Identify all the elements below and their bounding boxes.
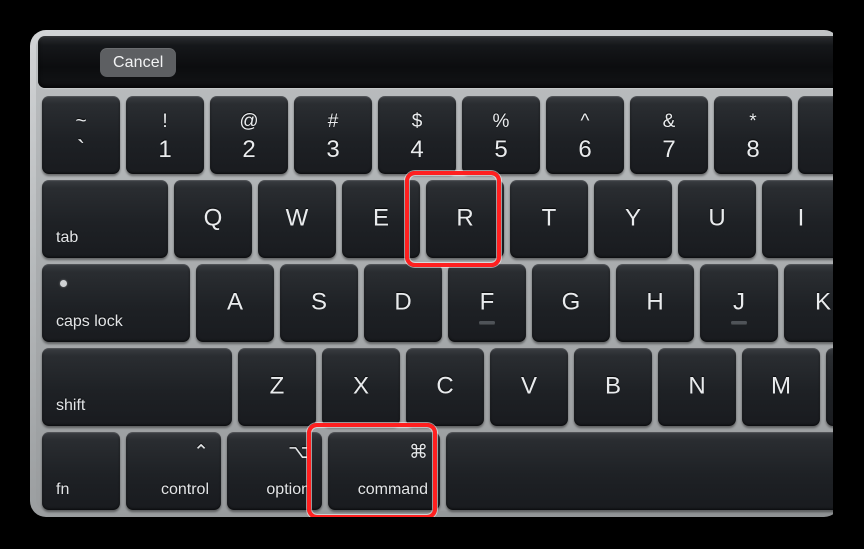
key-option-label: option xyxy=(266,481,310,498)
key-6-lower: 6 xyxy=(578,136,592,163)
key-1-upper: ! xyxy=(162,111,168,132)
key-b[interactable]: B xyxy=(574,348,652,426)
key-t[interactable]: T xyxy=(510,180,588,258)
key-y-label: Y xyxy=(624,204,641,232)
key-control[interactable]: ⌃ control xyxy=(126,432,221,510)
key-i-label: I xyxy=(797,204,805,232)
key-b-label: B xyxy=(604,372,621,400)
control-symbol-icon: ⌃ xyxy=(193,442,209,463)
home-row-marker-icon xyxy=(479,321,495,324)
key-2-lower: 2 xyxy=(242,136,256,163)
touch-bar[interactable]: Cancel xyxy=(38,36,840,88)
option-symbol-icon: ⌥ xyxy=(288,442,310,463)
key-m-label: M xyxy=(771,372,791,400)
key-k[interactable]: K xyxy=(784,264,840,342)
key-h[interactable]: H xyxy=(616,264,694,342)
key-6[interactable]: ^ 6 xyxy=(546,96,624,174)
key-space[interactable] xyxy=(446,432,840,510)
key-4-lower: 4 xyxy=(410,136,424,163)
key-shift-label: shift xyxy=(56,397,86,414)
key-n[interactable]: N xyxy=(658,348,736,426)
image-right-crop xyxy=(833,0,864,549)
cancel-button[interactable]: Cancel xyxy=(100,48,177,77)
key-7-upper: & xyxy=(662,111,676,132)
key-u-label: U xyxy=(708,204,726,232)
key-g[interactable]: G xyxy=(532,264,610,342)
key-grave[interactable]: ~ ` xyxy=(42,96,120,174)
key-caps-lock-label: caps lock xyxy=(56,313,123,330)
key-w-label: W xyxy=(285,204,309,232)
key-c-label: C xyxy=(436,372,454,400)
key-8-upper: * xyxy=(749,111,757,132)
key-e-label: E xyxy=(372,204,389,232)
key-grave-lower: ` xyxy=(77,136,85,163)
key-v[interactable]: V xyxy=(490,348,568,426)
key-1[interactable]: ! 1 xyxy=(126,96,204,174)
key-x-label: X xyxy=(352,372,369,400)
key-tab[interactable]: tab xyxy=(42,180,168,258)
key-6-upper: ^ xyxy=(580,111,590,132)
key-1-lower: 1 xyxy=(158,136,172,163)
key-5-lower: 5 xyxy=(494,136,508,163)
key-control-label: control xyxy=(160,481,209,498)
key-3[interactable]: # 3 xyxy=(294,96,372,174)
key-d-label: D xyxy=(394,288,412,316)
key-2-upper: @ xyxy=(239,111,259,132)
key-v-label: V xyxy=(520,372,537,400)
key-3-lower: 3 xyxy=(326,136,340,163)
key-fn[interactable]: fn xyxy=(42,432,120,510)
keyboard-chassis: Cancel ~ ` ! 1 @ 2 # 3 $ 4 % 5 ^ 6 & 7 *… xyxy=(30,30,840,517)
key-5-upper: % xyxy=(492,111,510,132)
key-u[interactable]: U xyxy=(678,180,756,258)
key-fn-label: fn xyxy=(56,481,70,498)
key-command-label: command xyxy=(357,481,428,498)
key-7-lower: 7 xyxy=(662,136,676,163)
command-symbol-icon: ⌘ xyxy=(409,442,428,463)
key-k-label: K xyxy=(814,288,831,316)
key-t-label: T xyxy=(541,204,557,232)
key-s[interactable]: S xyxy=(280,264,358,342)
key-a-label: A xyxy=(226,288,243,316)
key-q-label: Q xyxy=(203,204,223,232)
key-tab-label: tab xyxy=(56,229,79,246)
key-y[interactable]: Y xyxy=(594,180,672,258)
key-grave-upper: ~ xyxy=(75,111,87,132)
key-z[interactable]: Z xyxy=(238,348,316,426)
key-w[interactable]: W xyxy=(258,180,336,258)
key-n-label: N xyxy=(688,372,706,400)
key-r[interactable]: R xyxy=(426,180,504,258)
key-s-label: S xyxy=(310,288,327,316)
key-8[interactable]: * 8 xyxy=(714,96,792,174)
key-shift-left[interactable]: shift xyxy=(42,348,232,426)
key-5[interactable]: % 5 xyxy=(462,96,540,174)
key-3-upper: # xyxy=(327,111,339,132)
key-h-label: H xyxy=(646,288,664,316)
key-f-label: F xyxy=(479,288,495,316)
key-7[interactable]: & 7 xyxy=(630,96,708,174)
caps-lock-indicator-icon xyxy=(60,280,67,287)
key-a[interactable]: A xyxy=(196,264,274,342)
key-z-label: Z xyxy=(269,372,285,400)
key-option[interactable]: ⌥ option xyxy=(227,432,322,510)
key-f[interactable]: F xyxy=(448,264,526,342)
key-i[interactable]: I xyxy=(762,180,840,258)
home-row-marker-icon xyxy=(731,321,747,324)
key-4-upper: $ xyxy=(411,111,423,132)
key-x[interactable]: X xyxy=(322,348,400,426)
key-command-left[interactable]: ⌘ command xyxy=(328,432,440,510)
key-j[interactable]: J xyxy=(700,264,778,342)
key-2[interactable]: @ 2 xyxy=(210,96,288,174)
key-j-label: J xyxy=(733,288,745,316)
key-m[interactable]: M xyxy=(742,348,820,426)
key-e[interactable]: E xyxy=(342,180,420,258)
key-d[interactable]: D xyxy=(364,264,442,342)
key-caps-lock[interactable]: caps lock xyxy=(42,264,190,342)
key-q[interactable]: Q xyxy=(174,180,252,258)
key-r-label: R xyxy=(456,204,474,232)
key-8-lower: 8 xyxy=(746,136,760,163)
key-g-label: G xyxy=(561,288,581,316)
key-c[interactable]: C xyxy=(406,348,484,426)
screenshot-root: Cancel ~ ` ! 1 @ 2 # 3 $ 4 % 5 ^ 6 & 7 *… xyxy=(0,0,864,549)
key-4[interactable]: $ 4 xyxy=(378,96,456,174)
